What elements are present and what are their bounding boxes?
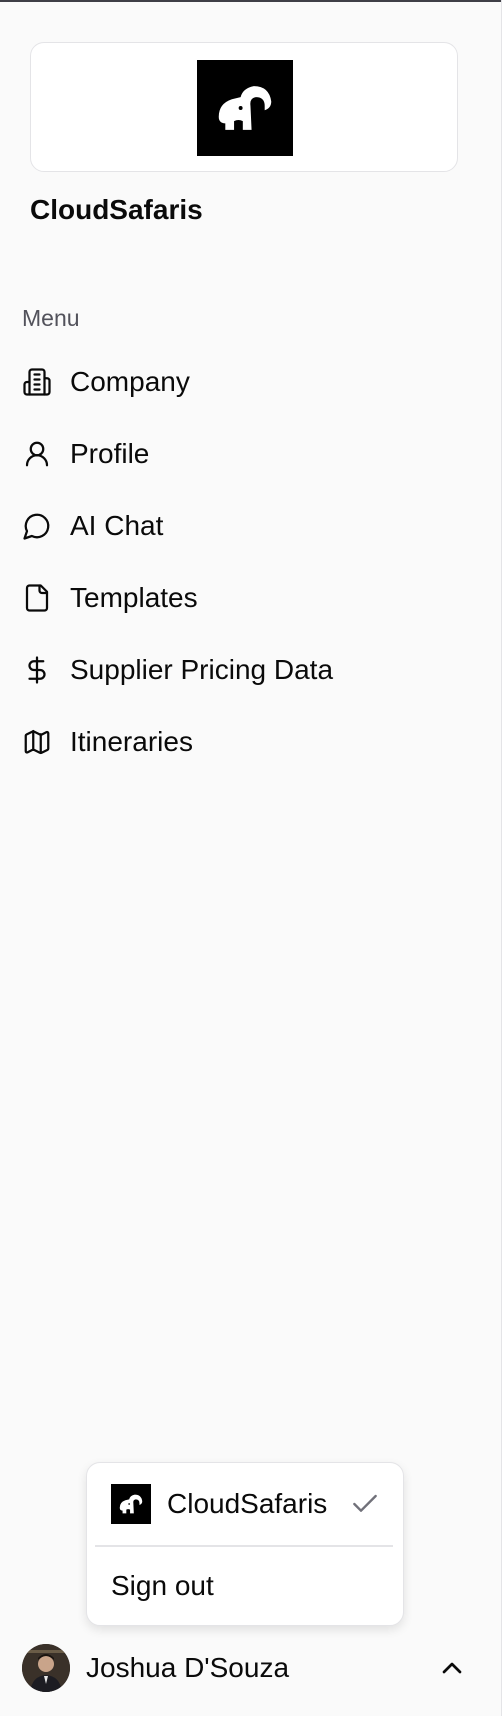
sidebar-item-label: Supplier Pricing Data (70, 654, 334, 685)
top-border (0, 0, 502, 2)
chevron-up-icon (442, 1662, 462, 1674)
elephant-logo-icon (197, 60, 293, 156)
sidebar-item-label: Company (70, 366, 190, 397)
sidebar-item-label: AI Chat (70, 510, 164, 541)
sidebar-item-label: Templates (70, 582, 198, 613)
user-name: Joshua D'Souza (86, 1652, 290, 1683)
user-icon (22, 439, 52, 469)
sign-out-button[interactable]: Sign out (87, 1547, 403, 1625)
sidebar-item-label: Profile (70, 438, 150, 469)
user-menu-button[interactable]: Joshua D'Souza (0, 1636, 501, 1700)
sidebar-nav: Company Profile AI Chat Templates Suppli… (0, 346, 501, 778)
avatar (22, 1644, 70, 1692)
dollar-icon (22, 655, 52, 685)
map-icon (22, 727, 52, 757)
check-icon (353, 1494, 377, 1512)
sidebar-item-ai-chat[interactable]: AI Chat (0, 490, 501, 562)
sidebar-item-company[interactable]: Company (0, 346, 501, 418)
org-name: CloudSafaris (167, 1488, 328, 1519)
brand-name: CloudSafaris (30, 194, 203, 225)
file-icon (22, 583, 52, 613)
sidebar-item-templates[interactable]: Templates (0, 562, 501, 634)
sidebar-item-profile[interactable]: Profile (0, 418, 501, 490)
elephant-logo-svg (218, 86, 272, 130)
chat-bubble-icon (22, 511, 52, 541)
logo-card (30, 42, 458, 172)
org-switcher-item[interactable]: CloudSafaris (87, 1463, 403, 1545)
sign-out-label: Sign out (111, 1570, 214, 1601)
sidebar-item-supplier-pricing-data[interactable]: Supplier Pricing Data (0, 634, 501, 706)
building-icon (22, 367, 52, 397)
sidebar-item-itineraries[interactable]: Itineraries (0, 706, 501, 778)
sidebar-item-label: Itineraries (70, 726, 193, 757)
elephant-logo-icon (111, 1484, 151, 1524)
menu-section-label: Menu (22, 305, 80, 331)
account-popup-menu: CloudSafaris Sign out (86, 1462, 404, 1626)
